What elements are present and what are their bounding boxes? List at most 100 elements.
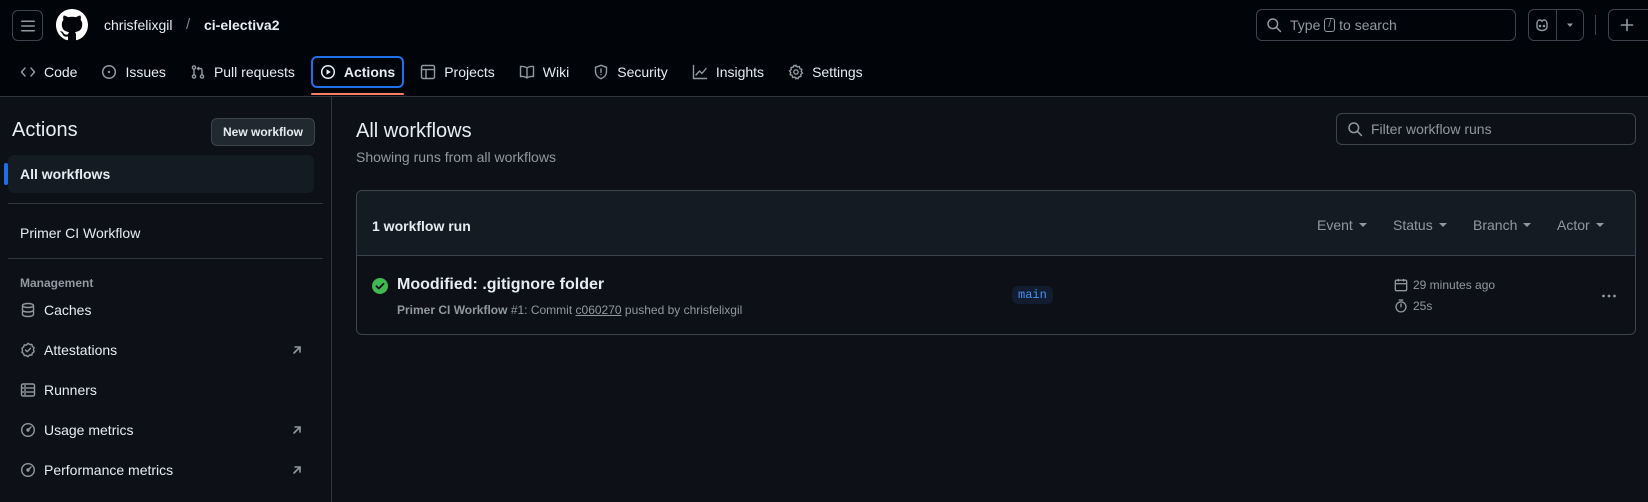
tab-projects-label: Projects: [444, 64, 495, 80]
create-new-button[interactable]: [1608, 9, 1648, 41]
sidebar-item-attestations[interactable]: Attestations: [20, 338, 310, 362]
run-title-link[interactable]: Moodified: .gitignore folder: [397, 276, 604, 294]
tab-insights[interactable]: Insights: [684, 56, 772, 88]
filter-branch-dropdown[interactable]: Branch: [1473, 217, 1532, 233]
workflow-runs-header: 1 workflow run Event Status Branch Actor: [357, 191, 1635, 256]
tab-wiki-label: Wiki: [542, 64, 570, 80]
run-count: 1 workflow run: [372, 218, 471, 234]
filter-workflow-runs-input[interactable]: Filter workflow runs: [1336, 113, 1636, 145]
tab-issues[interactable]: Issues: [93, 56, 173, 88]
kebab-horizontal-icon: [1602, 294, 1616, 298]
copilot-button-group: [1528, 9, 1584, 41]
breadcrumb-separator: /: [186, 16, 191, 33]
sidebar-item-label: All workflows: [20, 166, 111, 182]
triangle-down-icon: [1595, 223, 1604, 227]
branch-badge[interactable]: main: [1012, 286, 1053, 304]
sidebar-item-all-workflows[interactable]: All workflows: [4, 155, 314, 193]
filter-event-label: Event: [1317, 217, 1353, 233]
triangle-down-icon: [1438, 223, 1447, 227]
tab-actions[interactable]: Actions: [310, 56, 405, 95]
run-pushed-by: pushed by chrisfelixgil: [624, 303, 743, 317]
sidebar-item-usage-metrics[interactable]: Usage metrics: [20, 418, 310, 442]
breadcrumb-owner[interactable]: chrisfelixgil: [104, 17, 172, 33]
app-header: chrisfelixgil / ci-electiva2 Type / to s…: [0, 0, 1648, 97]
triangle-down-icon: [1358, 223, 1367, 227]
sidebar-item-primer-ci-workflow[interactable]: Primer CI Workflow: [20, 225, 140, 241]
search-prefix: Type: [1290, 17, 1321, 33]
sidebar-heading-management: Management: [20, 276, 94, 290]
copilot-button[interactable]: [1529, 10, 1556, 40]
search-shortcut-key: /: [1324, 18, 1336, 32]
tab-actions-label: Actions: [343, 64, 396, 80]
filter-event-dropdown[interactable]: Event: [1317, 217, 1367, 233]
workflow-run-row[interactable]: Moodified: .gitignore folder Primer CI W…: [357, 256, 1635, 334]
stopwatch-icon: [1395, 299, 1407, 313]
tab-code[interactable]: Code: [12, 56, 85, 88]
page-subtitle: Showing runs from all workflows: [356, 149, 556, 165]
run-duration-value: 25s: [1413, 299, 1433, 313]
tab-pull-requests-label: Pull requests: [213, 64, 295, 80]
tab-wiki[interactable]: Wiki: [511, 56, 577, 88]
page-title: All workflows: [356, 120, 472, 142]
triangle-down-icon: [1566, 23, 1573, 27]
sidebar-item-runners[interactable]: Runners: [20, 378, 310, 402]
play-icon: [320, 64, 335, 80]
sidebar-item-label: Caches: [44, 302, 92, 318]
sidebar-item-label: Performance metrics: [44, 462, 174, 478]
link-external-icon: [293, 346, 301, 354]
copilot-menu-button[interactable]: [1555, 10, 1583, 40]
run-meta: Primer CI Workflow #1: Commit c060270 pu…: [397, 303, 742, 317]
book-icon: [519, 65, 534, 79]
sidebar-title: Actions: [12, 119, 78, 141]
link-external-icon: [293, 466, 301, 474]
tab-settings[interactable]: Settings: [780, 56, 871, 88]
tab-issues-label: Issues: [125, 64, 166, 80]
plus-icon: [1620, 18, 1634, 32]
commit-sha-link[interactable]: c060270: [576, 303, 622, 317]
meter-icon: [20, 422, 36, 438]
filter-status-dropdown[interactable]: Status: [1393, 217, 1447, 233]
github-logo-icon[interactable]: [56, 9, 88, 41]
triangle-down-icon: [1523, 223, 1532, 227]
sidebar-item-caches[interactable]: Caches: [20, 298, 310, 322]
verified-icon: [21, 342, 35, 358]
filter-placeholder: Filter workflow runs: [1371, 121, 1492, 137]
graph-icon: [692, 64, 708, 80]
shield-icon: [595, 64, 608, 80]
filter-actor-dropdown[interactable]: Actor: [1557, 217, 1604, 233]
meter-icon: [20, 462, 36, 478]
header-divider: [1595, 15, 1596, 35]
sidebar-item-label: Attestations: [44, 342, 118, 358]
sidebar-item-label: Runners: [44, 382, 97, 398]
issue-opened-icon: [102, 64, 117, 80]
breadcrumb-repo[interactable]: ci-electiva2: [204, 17, 280, 33]
search-suffix: to search: [1339, 17, 1397, 33]
sidebar-divider: [8, 203, 323, 204]
sidebar-item-performance-metrics[interactable]: Performance metrics: [20, 458, 310, 482]
tab-projects[interactable]: Projects: [412, 56, 503, 88]
menu-icon: [20, 20, 35, 31]
run-commit-prefix: : Commit: [524, 303, 573, 317]
tab-settings-label: Settings: [812, 64, 863, 80]
filter-status-label: Status: [1393, 217, 1433, 233]
run-timestamp: 29 minutes ago: [1394, 278, 1495, 292]
run-actions-menu-button[interactable]: [1597, 284, 1621, 308]
new-workflow-button[interactable]: New workflow: [211, 118, 315, 146]
server-icon: [20, 383, 36, 397]
check-circle-fill-icon: [372, 278, 388, 294]
code-icon: [20, 67, 36, 77]
run-workflow-name: Primer CI Workflow: [397, 303, 508, 317]
filter-branch-label: Branch: [1473, 217, 1518, 233]
gear-icon: [788, 64, 804, 80]
menu-button[interactable]: [12, 10, 43, 41]
repo-nav-tabs: Code Issues Pull requests Actions Projec…: [12, 56, 879, 96]
filter-actor-label: Actor: [1557, 217, 1590, 233]
sidebar-item-label: Usage metrics: [44, 422, 134, 438]
tab-code-label: Code: [44, 64, 78, 80]
tab-insights-label: Insights: [715, 64, 765, 80]
search-icon: [1267, 18, 1282, 33]
global-search-input[interactable]: Type / to search: [1256, 9, 1516, 41]
tab-security[interactable]: Security: [585, 56, 676, 88]
run-duration: 25s: [1394, 299, 1432, 313]
tab-pull-requests[interactable]: Pull requests: [182, 56, 303, 88]
